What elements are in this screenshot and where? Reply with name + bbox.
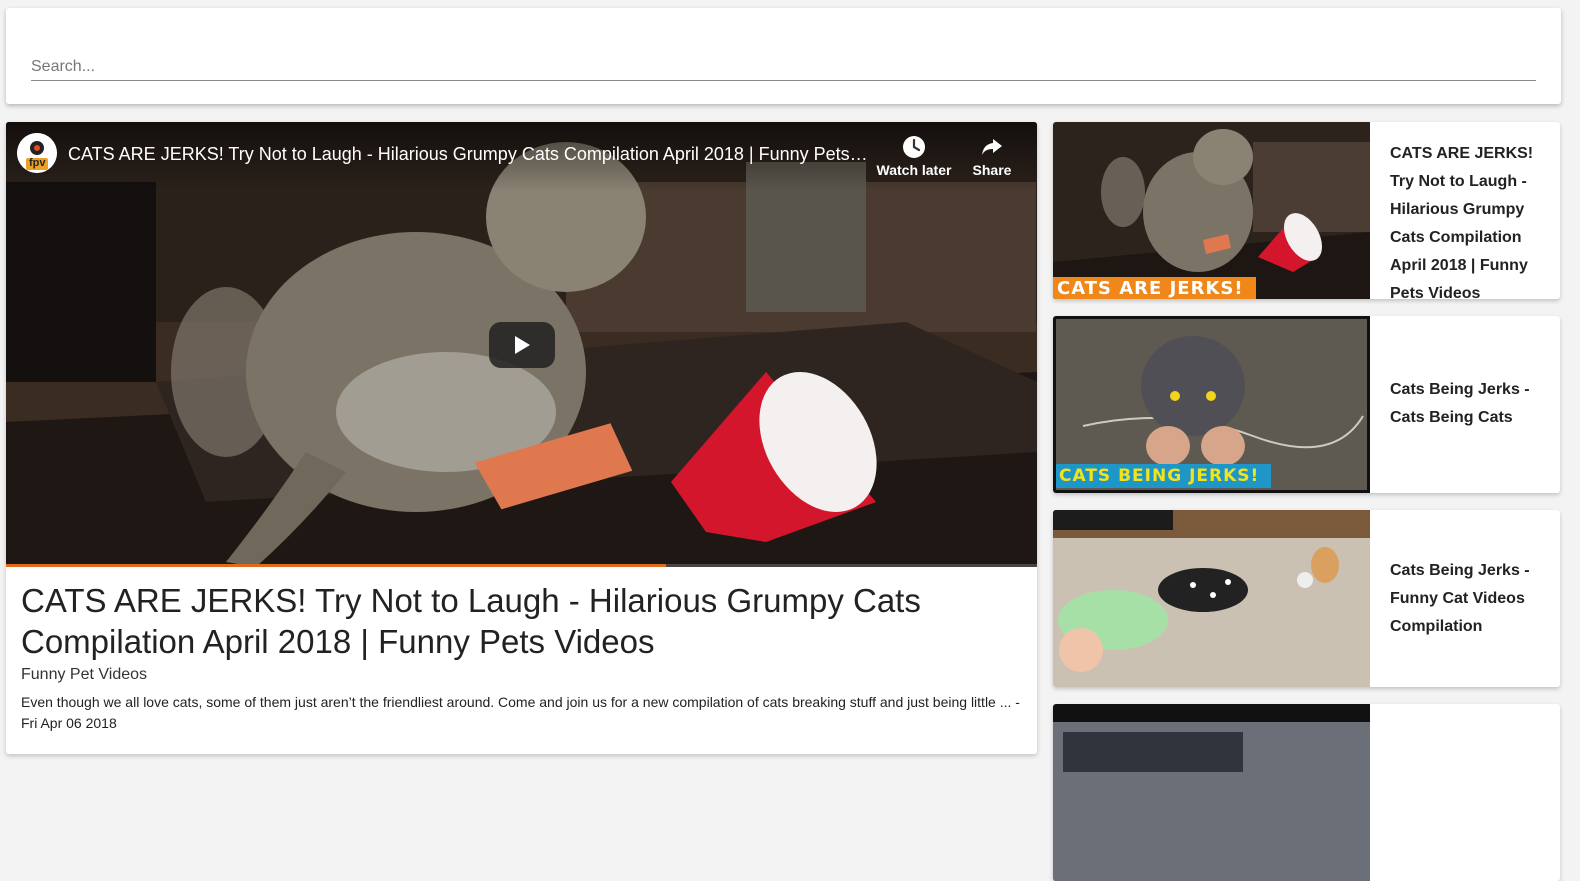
search-input[interactable] — [31, 54, 1536, 81]
main-video-card: fpv CATS ARE JERKS! Try Not to Laugh - H… — [6, 122, 1037, 754]
share-icon — [966, 134, 1018, 162]
share-label: Share — [972, 162, 1012, 178]
channel-avatar[interactable]: fpv — [17, 133, 57, 173]
related-title[interactable]: Cats Being Jerks - Funny Cat Videos Comp… — [1390, 557, 1558, 641]
clock-icon — [874, 134, 954, 162]
progress-fill — [6, 564, 666, 567]
related-thumbnail[interactable]: CATS ARE JERKS! — [1053, 122, 1370, 299]
related-title[interactable]: CATS ARE JERKS! Try Not to Laugh - Hilar… — [1390, 140, 1558, 299]
thumbnail-caption: CATS ARE JERKS! — [1057, 278, 1244, 299]
related-video-card[interactable]: Cats Being Jerks - Funny Cat Videos Comp… — [1053, 510, 1560, 687]
watch-later-button[interactable]: Watch later — [874, 134, 954, 178]
watch-later-label: Watch later — [876, 162, 952, 178]
related-thumbnail[interactable] — [1053, 510, 1370, 687]
channel-logo-text: fpv — [29, 157, 46, 169]
related-video-card[interactable]: CATS ARE JERKS! CATS ARE JERKS! Try Not … — [1053, 122, 1560, 299]
player-title[interactable]: CATS ARE JERKS! Try Not to Laugh - Hilar… — [68, 144, 868, 165]
thumbnail-caption: CATS BEING JERKS! — [1059, 466, 1260, 486]
progress-bar[interactable] — [6, 564, 1037, 567]
video-description: Even though we all love cats, some of th… — [21, 694, 1020, 731]
related-thumbnail[interactable] — [1053, 704, 1370, 881]
video-player[interactable]: fpv CATS ARE JERKS! Try Not to Laugh - H… — [6, 122, 1037, 567]
video-title: CATS ARE JERKS! Try Not to Laugh - Hilar… — [21, 582, 921, 660]
related-video-card[interactable] — [1053, 704, 1560, 881]
play-icon — [515, 336, 530, 354]
share-button[interactable]: Share — [966, 134, 1018, 178]
related-title[interactable]: Cats Being Jerks - Cats Being Cats — [1390, 376, 1558, 432]
related-thumbnail[interactable]: CATS BEING JERKS! — [1053, 316, 1370, 493]
related-video-card[interactable]: CATS BEING JERKS! Cats Being Jerks - Cat… — [1053, 316, 1560, 493]
channel-name[interactable]: Funny Pet Videos — [21, 666, 147, 684]
play-button[interactable] — [489, 322, 555, 368]
search-card — [6, 8, 1561, 104]
